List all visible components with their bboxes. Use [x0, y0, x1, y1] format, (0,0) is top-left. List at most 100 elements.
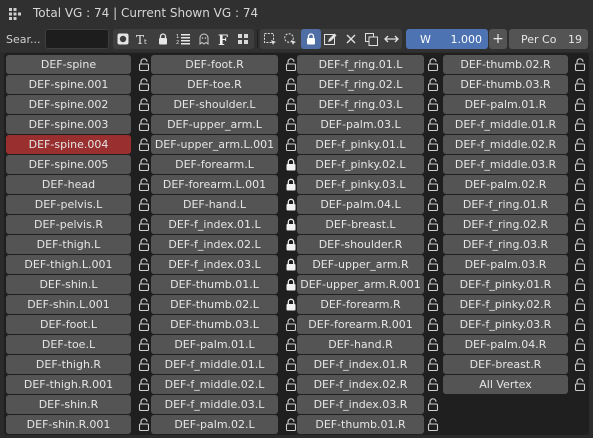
vertex-group-button[interactable]: DEF-toe.R: [151, 75, 278, 94]
unlock-icon[interactable]: [427, 178, 439, 192]
vertex-group-button[interactable]: DEF-breast.L: [297, 215, 424, 234]
numbered-list-icon[interactable]: 12: [173, 29, 193, 49]
unlock-icon[interactable]: [138, 338, 150, 352]
vertex-group-button[interactable]: DEF-breast.R: [443, 355, 568, 374]
unlock-icon[interactable]: [427, 238, 439, 252]
vertex-group-button[interactable]: DEF-palm.04.R: [443, 335, 568, 354]
vertex-group-button[interactable]: DEF-f_middle.02.R: [443, 135, 568, 154]
unlock-icon[interactable]: [138, 238, 150, 252]
vertex-group-button[interactable]: All Vertex: [443, 375, 568, 394]
vertex-group-button[interactable]: DEF-palm.01.L: [151, 335, 278, 354]
unlock-icon[interactable]: [138, 98, 150, 112]
unlock-icon[interactable]: [138, 58, 150, 72]
unlock-icon[interactable]: [574, 158, 586, 172]
unlock-icon[interactable]: [138, 138, 150, 152]
unlock-icon[interactable]: [285, 378, 297, 392]
vertex-group-button[interactable]: DEF-upper_arm.R: [297, 255, 424, 274]
vertex-group-button[interactable]: DEF-shoulder.L: [151, 95, 278, 114]
unlock-icon[interactable]: [138, 118, 150, 132]
vertex-group-button[interactable]: DEF-f_pinky.03.R: [443, 315, 568, 334]
vertex-group-button[interactable]: DEF-thumb.03.L: [151, 315, 278, 334]
unlock-icon[interactable]: [427, 258, 439, 272]
unlock-icon[interactable]: [427, 298, 439, 312]
vertex-group-button[interactable]: DEF-thigh.L.001: [6, 255, 131, 274]
vertex-group-button[interactable]: DEF-f_index.02.L: [151, 235, 278, 254]
unlock-icon[interactable]: [138, 378, 150, 392]
vertex-group-button[interactable]: DEF-shin.R: [6, 395, 131, 414]
vertex-group-button[interactable]: DEF-f_ring.03.R: [443, 235, 568, 254]
unlock-icon[interactable]: [285, 398, 297, 412]
vertex-group-button[interactable]: DEF-head: [6, 175, 131, 194]
vertex-group-button[interactable]: DEF-forearm.R.001: [297, 315, 424, 334]
unlock-icon[interactable]: [574, 198, 586, 212]
unlock-icon[interactable]: [574, 98, 586, 112]
unlock-icon[interactable]: [138, 158, 150, 172]
unlock-icon[interactable]: [285, 138, 297, 152]
vertex-group-button[interactable]: DEF-f_ring.01.L: [297, 55, 424, 74]
unlock-icon[interactable]: [427, 58, 439, 72]
unlock-icon[interactable]: [285, 58, 297, 72]
unlock-icon[interactable]: [138, 78, 150, 92]
vertex-group-button[interactable]: DEF-f_pinky.02.R: [443, 295, 568, 314]
unlock-icon[interactable]: [285, 418, 297, 432]
unlock-icon[interactable]: [574, 78, 586, 92]
unlock-icon[interactable]: [285, 98, 297, 112]
unlock-icon[interactable]: [427, 398, 439, 412]
vertex-group-button[interactable]: DEF-palm.01.R: [443, 95, 568, 114]
unlock-icon[interactable]: [574, 118, 586, 132]
vertex-group-button[interactable]: DEF-f_ring.02.R: [443, 215, 568, 234]
vertex-group-button[interactable]: DEF-upper_arm.L: [151, 115, 278, 134]
vertex-group-button[interactable]: DEF-forearm.R: [297, 295, 424, 314]
unlock-icon[interactable]: [138, 298, 150, 312]
unlock-icon[interactable]: [574, 258, 586, 272]
unlock-icon[interactable]: [285, 78, 297, 92]
lock-icon[interactable]: [285, 238, 297, 251]
vertex-group-button[interactable]: DEF-upper_arm.R.001: [297, 275, 424, 294]
vertex-group-button[interactable]: DEF-thigh.L: [6, 235, 131, 254]
font-f-icon[interactable]: F: [214, 29, 234, 49]
vertex-group-button[interactable]: DEF-f_ring.01.R: [443, 195, 568, 214]
unlock-icon[interactable]: [138, 278, 150, 292]
unlock-icon[interactable]: [574, 358, 586, 372]
vertex-group-button[interactable]: DEF-shin.L.001: [6, 295, 131, 314]
vertex-group-button[interactable]: DEF-shoulder.R: [297, 235, 424, 254]
unlock-icon[interactable]: [427, 198, 439, 212]
vertex-group-button[interactable]: DEF-foot.R: [151, 55, 278, 74]
vertex-group-button[interactable]: DEF-forearm.L: [151, 155, 278, 174]
swap-arrows-icon[interactable]: [382, 29, 402, 49]
per-column-field[interactable]: Per Co 19: [509, 29, 588, 49]
vertex-group-button[interactable]: DEF-pelvis.R: [6, 215, 131, 234]
unlock-icon[interactable]: [427, 98, 439, 112]
unlock-icon[interactable]: [574, 378, 586, 392]
vertex-group-button[interactable]: DEF-f_middle.03.R: [443, 155, 568, 174]
vertex-group-button[interactable]: DEF-f_pinky.01.L: [297, 135, 424, 154]
vertex-group-button[interactable]: DEF-hand.L: [151, 195, 278, 214]
select-circle-icon[interactable]: [280, 29, 300, 49]
unlock-icon[interactable]: [285, 358, 297, 372]
unlock-icon[interactable]: [138, 398, 150, 412]
vertex-group-button[interactable]: DEF-palm.02.L: [151, 415, 278, 434]
vertex-group-button[interactable]: DEF-spine: [6, 55, 131, 74]
vertex-group-button[interactable]: DEF-palm.04.L: [297, 195, 424, 214]
vertex-group-button[interactable]: DEF-shin.L: [6, 275, 131, 294]
vertex-group-button[interactable]: DEF-f_ring.02.L: [297, 75, 424, 94]
select-box-icon[interactable]: [260, 29, 280, 49]
lock-toggle-icon[interactable]: [300, 29, 321, 49]
unlock-icon[interactable]: [574, 178, 586, 192]
vertex-group-button[interactable]: DEF-thumb.02.L: [151, 295, 278, 314]
lock-icon[interactable]: [285, 298, 297, 311]
vertex-group-button[interactable]: DEF-toe.L: [6, 335, 131, 354]
vertex-group-button[interactable]: DEF-f_middle.01.L: [151, 355, 278, 374]
unlock-icon[interactable]: [427, 138, 439, 152]
unlock-icon[interactable]: [427, 318, 439, 332]
unlock-icon[interactable]: [574, 138, 586, 152]
vertex-group-button[interactable]: DEF-thumb.01.R: [297, 415, 424, 434]
copy-icon[interactable]: [361, 29, 381, 49]
close-icon[interactable]: [341, 29, 361, 49]
unlock-icon[interactable]: [427, 418, 439, 432]
vertex-group-button[interactable]: DEF-f_middle.02.L: [151, 375, 278, 394]
vertex-group-button[interactable]: DEF-spine.004: [6, 135, 131, 154]
edit-icon[interactable]: [321, 29, 341, 49]
lock-icon[interactable]: [285, 278, 297, 291]
unlock-icon[interactable]: [138, 318, 150, 332]
